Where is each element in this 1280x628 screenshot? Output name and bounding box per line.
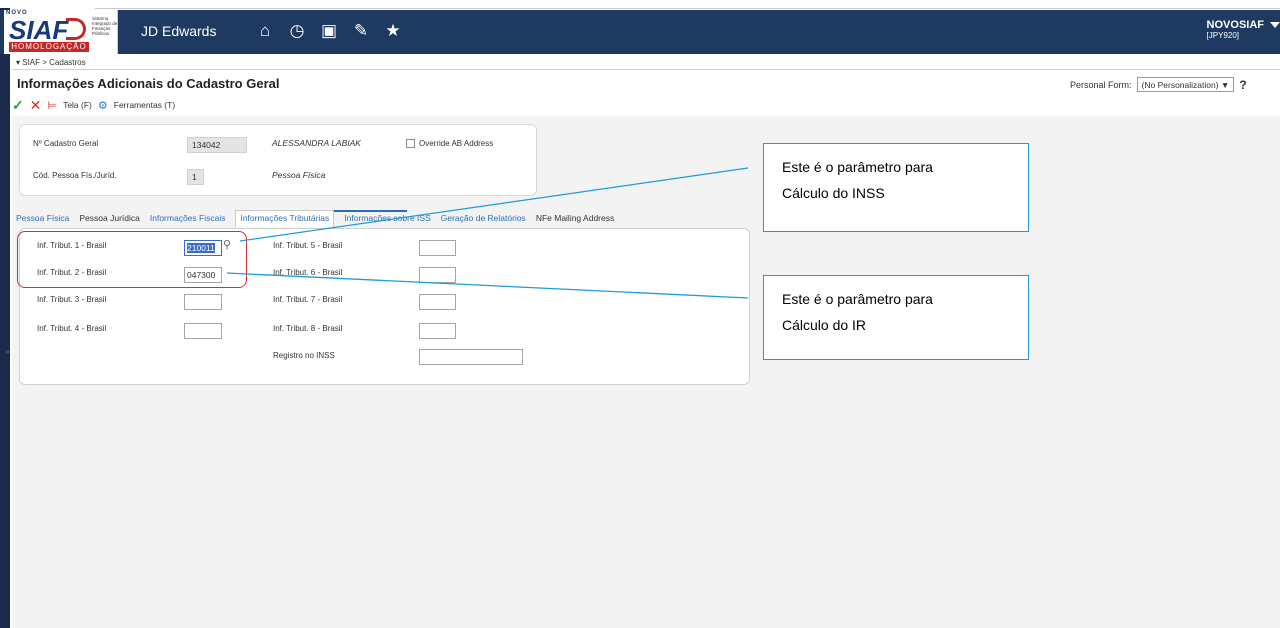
user-menu[interactable]: NOVOSIAF [JPY920] [1207,19,1264,40]
edit-icon[interactable]: ✎ [351,21,371,41]
ir-callout-line2: Cálculo do IR [782,317,867,333]
app-name: JD Edwards [141,23,217,39]
trib5-input[interactable] [419,240,456,256]
trib3-label: Inf. Tribut. 3 - Brasil [37,295,107,304]
override-checkbox[interactable] [406,139,415,148]
top-header: NOVO SIAF Sistema Integrado de Finanças … [0,10,1280,54]
tab-bar: Pessoa Física Pessoa Jurídica Informaçõe… [16,210,614,227]
tab-informacoes-iss[interactable]: Informações sobre ISS [344,213,430,227]
chart-icon[interactable]: ▣ [319,21,339,41]
tab-pessoa-fisica[interactable]: Pessoa Física [16,213,69,227]
trib3-input[interactable] [184,294,222,310]
home-icon[interactable]: ⌂ [255,21,275,41]
page-title: Informações Adicionais do Cadastro Geral [17,76,280,91]
cadastro-label: Nº Cadastro Geral [33,139,99,148]
ir-callout-line1: Este é o parâmetro para [782,291,933,307]
trib8-input[interactable] [419,323,456,339]
inss-callout: Este é o parâmetro para Cálculo do INSS [763,143,1029,232]
personal-form: Personal Form: (No Personalization) ▼ ? [1070,77,1247,92]
pessoa-desc: Pessoa Física [272,170,326,180]
user-environment: [JPY920] [1206,31,1240,40]
left-rail [0,8,10,628]
trib7-label: Inf. Tribut. 7 - Brasil [273,295,343,304]
ferramentas-menu[interactable]: Ferramentas (T) [114,100,175,110]
pessoa-field: 1 [187,169,204,185]
cancel-button[interactable]: ✕ [30,97,42,114]
breadcrumb[interactable]: ▾ SIAF > Cadastros [16,58,86,67]
trib8-label: Inf. Tribut. 8 - Brasil [273,324,343,333]
trib4-label: Inf. Tribut. 4 - Brasil [37,324,107,333]
override-label: Override AB Address [419,139,494,148]
inss-callout-line1: Este é o parâmetro para [782,159,933,175]
logo-tagline: Sistema Integrado de Finanças Públicas [92,16,118,36]
trib6-input[interactable] [419,267,456,283]
tab-pessoa-juridica[interactable]: Pessoa Jurídica [79,213,139,227]
trib4-input[interactable] [184,323,222,339]
ok-button[interactable]: ✓ [12,97,24,114]
trib5-label: Inf. Tribut. 5 - Brasil [273,241,343,250]
trib7-input[interactable] [419,294,456,310]
inss-label: Registro no INSS [273,351,335,360]
header-panel: Nº Cadastro Geral 134042 ALESSANDRA LABI… [19,124,537,196]
highlight-box [17,231,247,288]
top-divider [95,8,1280,9]
pessoa-label: Cód. Pessoa Fís./Juríd. [33,171,117,180]
personal-form-select[interactable]: (No Personalization) ▼ [1136,77,1235,92]
inss-callout-line2: Cálculo do INSS [782,185,885,201]
favorites-icon[interactable]: ★ [383,21,403,41]
chevron-down-icon[interactable] [1270,22,1280,28]
cadastro-field: 134042 [187,137,247,153]
tab-geracao-relatorios[interactable]: Geração de Relatórios [441,213,526,227]
nav-icons: ⌂ ◷ ▣ ✎ ★ [255,21,403,41]
tab-nfe-mailing[interactable]: NFe Mailing Address [536,213,614,227]
environment-badge: HOMOLOGAÇÃO [9,42,89,52]
form-menu-icon[interactable]: ⊨ [47,99,57,112]
ir-callout: Este é o parâmetro para Cálculo do IR [763,275,1029,360]
expand-handle-icon[interactable]: » [5,347,9,356]
tela-menu[interactable]: Tela (F) [63,100,92,110]
personal-form-label: Personal Form: [1070,79,1132,90]
breadcrumb-divider [12,69,1280,70]
trib6-label: Inf. Tribut. 6 - Brasil [273,268,343,277]
tab-informacoes-tributarias[interactable]: Informações Tributárias [235,210,335,227]
help-icon[interactable]: ? [1239,78,1246,92]
tab-informacoes-fiscais[interactable]: Informações Fiscais [150,213,226,227]
user-name: NOVOSIAF [1206,19,1264,31]
gear-icon[interactable]: ⚙ [98,99,108,112]
cadastro-name: ALESSANDRA LABIAK [272,138,361,148]
app-window: NOVO SIAF Sistema Integrado de Finanças … [0,0,1280,628]
inss-input[interactable] [419,349,523,365]
logo-swoosh-icon [66,18,86,40]
siaf-logo[interactable]: NOVO SIAF Sistema Integrado de Finanças … [4,10,118,54]
form-toolbar: ✓ ✕ ⊨ Tela (F) ⚙ Ferramentas (T) [12,97,175,113]
recent-icon[interactable]: ◷ [287,21,307,41]
